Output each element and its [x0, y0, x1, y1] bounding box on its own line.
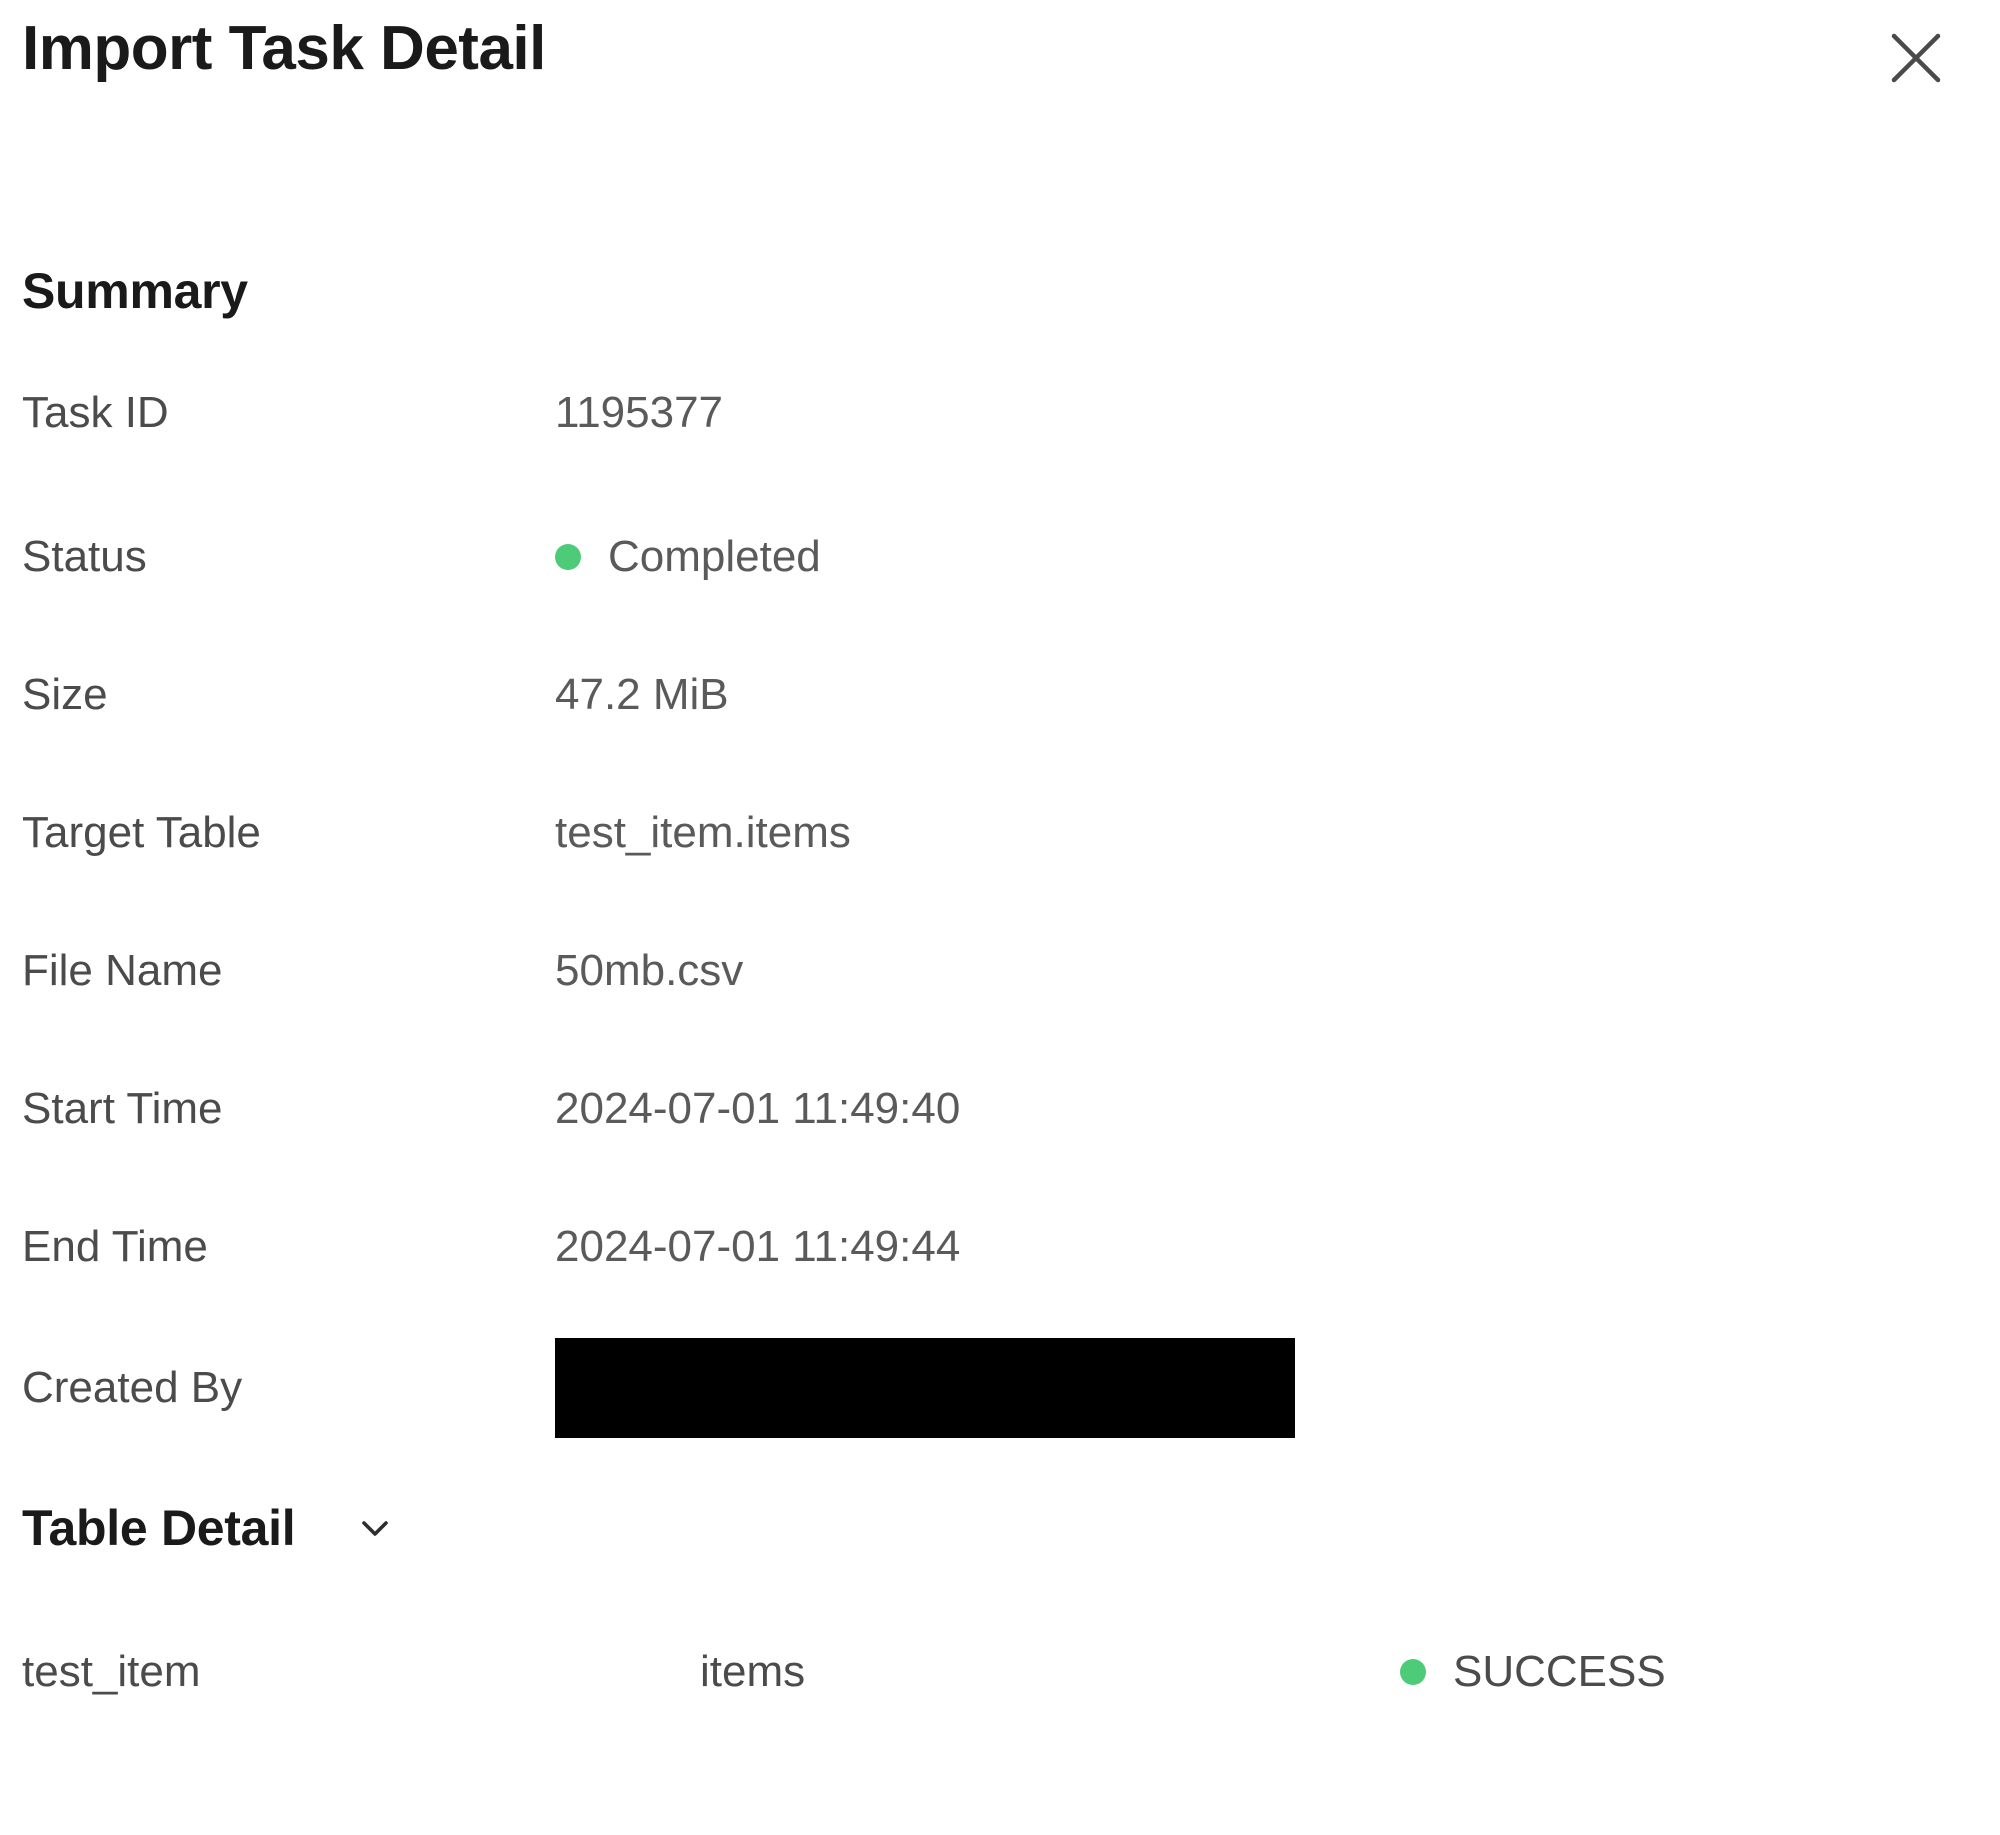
panel-header: Import Task Detail [22, 0, 1978, 118]
summary-label-status: Status [22, 532, 147, 581]
summary-value-start-time: 2024-07-01 11:49:40 [555, 1084, 961, 1133]
summary-value-status: Completed [555, 535, 1978, 579]
table-detail-section-heading: Table Detail [22, 1500, 296, 1556]
summary-label-start-time: Start Time [22, 1084, 223, 1133]
summary-row-created-by: Created By [22, 1338, 1978, 1438]
table-cell-schema: test_item [22, 1647, 201, 1696]
table-detail-header: Table Detail [22, 1500, 1978, 1556]
summary-value-created-by [555, 1338, 1978, 1438]
status-label: Completed [608, 532, 821, 581]
summary-label-created-by: Created By [22, 1363, 243, 1412]
summary-label-target-table: Target Table [22, 808, 261, 857]
table-row[interactable]: test_item items SUCCESS [22, 1642, 1978, 1702]
status-badge: Completed [555, 535, 821, 579]
import-task-detail-panel: Import Task Detail Summary Task ID 11953… [0, 0, 2000, 1835]
summary-value-file-name: 50mb.csv [555, 946, 744, 995]
summary-row-task-id: Task ID 1195377 [22, 388, 1978, 438]
table-cell-status: SUCCESS [1400, 1650, 1978, 1694]
summary-section-heading: Summary [22, 263, 248, 319]
summary-value-size: 47.2 MiB [555, 670, 729, 719]
summary-row-file-name: File Name 50mb.csv [22, 946, 1978, 996]
status-dot-icon [555, 544, 581, 570]
close-icon [1888, 30, 1944, 86]
summary-label-size: Size [22, 670, 108, 719]
created-by-redaction-bar [555, 1338, 1295, 1438]
summary-row-size: Size 47.2 MiB [22, 670, 1978, 720]
summary-list: Task ID 1195377 Status Completed Size 47… [22, 388, 1978, 1438]
summary-label-task-id: Task ID [22, 388, 169, 437]
close-button[interactable] [1880, 22, 1952, 94]
summary-label-end-time: End Time [22, 1222, 208, 1271]
page-title: Import Task Detail [22, 14, 546, 83]
summary-row-end-time: End Time 2024-07-01 11:49:44 [22, 1222, 1978, 1272]
status-dot-icon [1400, 1659, 1426, 1685]
summary-value-target-table: test_item.items [555, 808, 851, 857]
summary-label-file-name: File Name [22, 946, 223, 995]
table-status-label: SUCCESS [1453, 1647, 1666, 1696]
summary-value-end-time: 2024-07-01 11:49:44 [555, 1222, 961, 1271]
table-detail-table: test_item items SUCCESS [22, 1642, 1978, 1702]
summary-value-task-id: 1195377 [555, 388, 724, 437]
table-cell-table: items [700, 1647, 806, 1696]
summary-row-status: Status Completed [22, 532, 1978, 582]
summary-row-target-table: Target Table test_item.items [22, 808, 1978, 858]
summary-row-start-time: Start Time 2024-07-01 11:49:40 [22, 1084, 1978, 1134]
table-detail-collapse-toggle[interactable] [347, 1500, 403, 1556]
chevron-down-icon [353, 1506, 397, 1550]
